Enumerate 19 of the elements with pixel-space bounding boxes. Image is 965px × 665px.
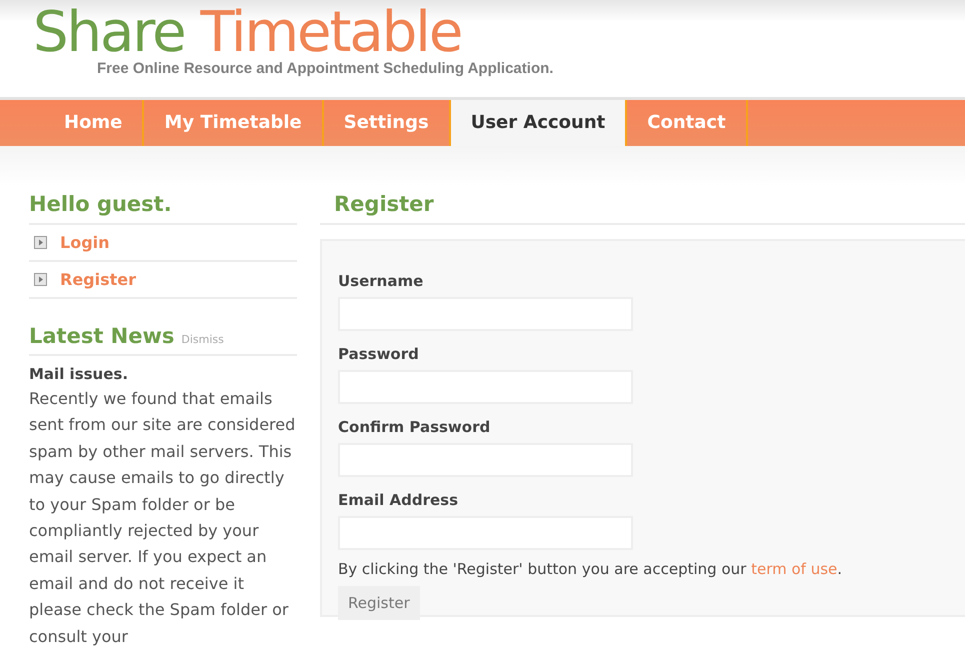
field-label: Password xyxy=(338,344,420,364)
terms-link[interactable]: term of use xyxy=(751,560,838,578)
play-icon xyxy=(34,273,47,286)
sidebar-link[interactable]: Register xyxy=(60,270,136,289)
news-headline: Mail issues. xyxy=(29,364,130,385)
news-heading: Latest News xyxy=(29,324,174,348)
register-button[interactable]: Register xyxy=(338,586,420,620)
sidebar-link[interactable]: Login xyxy=(60,233,110,252)
dismiss-link[interactable]: Dismiss xyxy=(181,333,224,346)
play-icon xyxy=(34,236,47,249)
tagline: Free Online Resource and Appointment Scheduling Application. xyxy=(97,60,554,77)
field-label: Email Address xyxy=(338,490,460,510)
form-heading: Register xyxy=(320,191,965,225)
greeting-heading: Hello guest. xyxy=(29,191,297,225)
news-text: Recently we found that emails sent from our site are considered spam by other mail servers. This may cause emails to go directly to your Spam folder or be compliantly rejected by your email server. If you expect an email and do not receive it please check the Spam folder or consult your xyxy=(29,388,296,648)
terms-notice: By clicking the 'Register' button you are accepting our term of use. xyxy=(338,559,844,580)
field-label: Confirm Password xyxy=(338,417,492,437)
nav-tab[interactable]: User Account xyxy=(450,100,628,146)
field-label: Username xyxy=(338,271,424,291)
